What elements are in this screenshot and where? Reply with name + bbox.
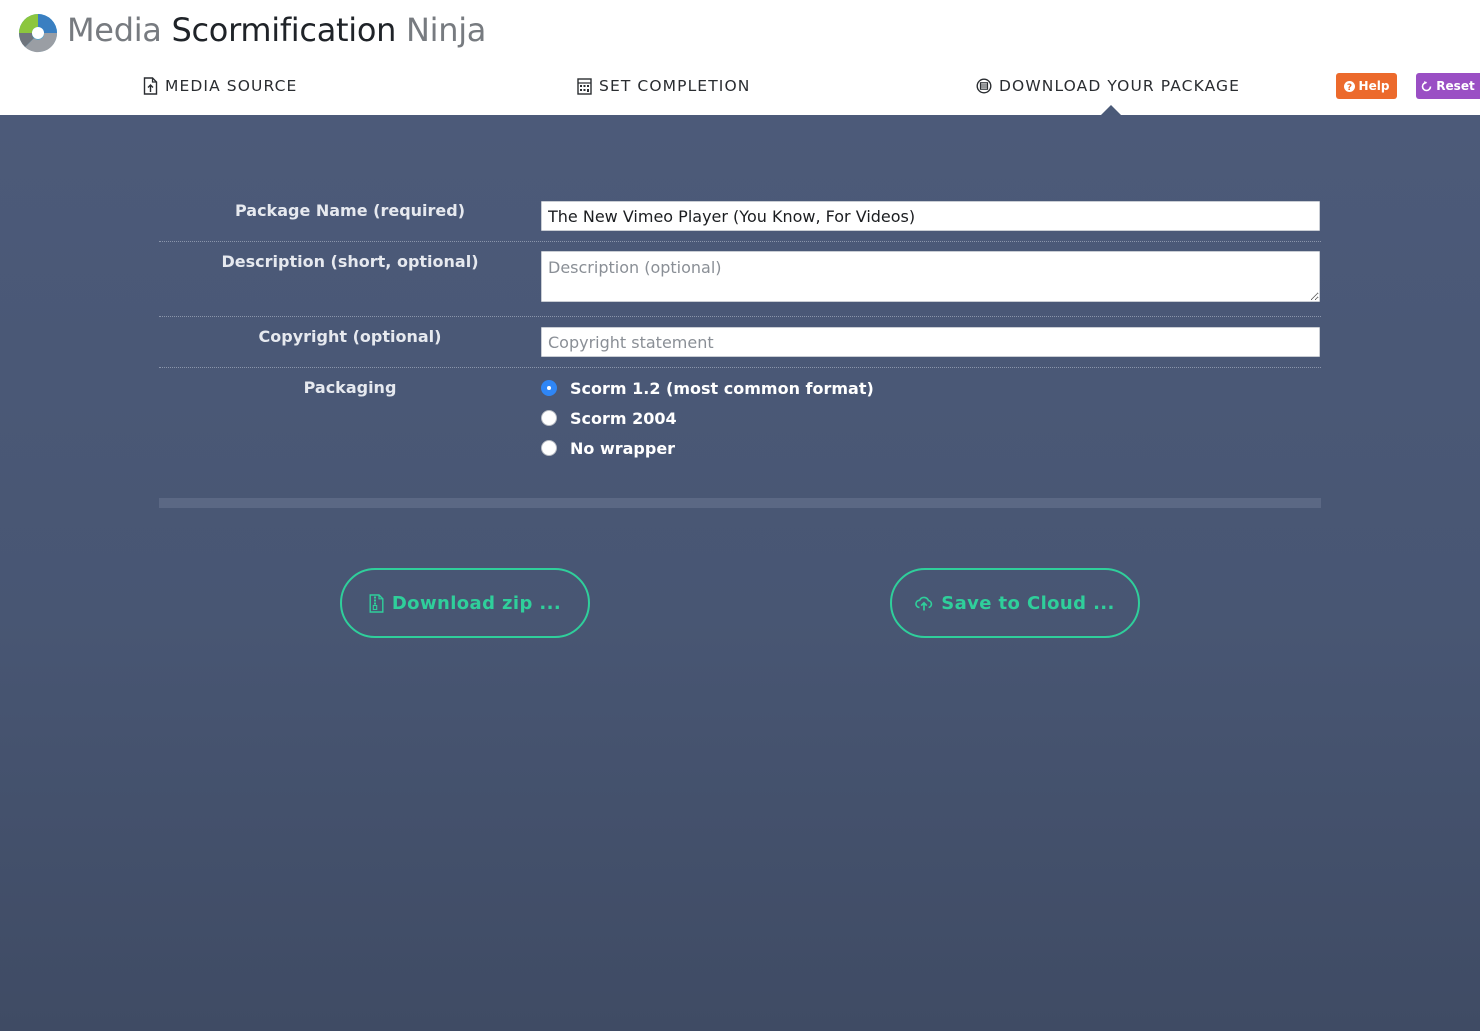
packaging-option-label: Scorm 2004	[570, 408, 677, 428]
copyright-label: Copyright (optional)	[258, 327, 442, 346]
description-label: Description (short, optional)	[221, 252, 479, 271]
reset-button[interactable]: Reset	[1416, 73, 1480, 99]
package-name-label: Package Name (required)	[234, 201, 466, 220]
main-panel: Package Name (required) Description (sho…	[0, 115, 1480, 1031]
divider	[159, 316, 1321, 317]
calculator-icon	[577, 77, 592, 95]
reset-label: Reset	[1436, 79, 1475, 93]
radio-button[interactable]	[541, 440, 557, 456]
divider	[159, 367, 1321, 368]
progress-bar	[159, 498, 1321, 508]
divider	[159, 241, 1321, 242]
download-zip-button[interactable]: Download zip ...	[340, 568, 590, 638]
tab-media-source[interactable]: MEDIA SOURCE	[143, 74, 297, 98]
packaging-option-label: No wrapper	[570, 438, 676, 458]
app-title: Media Scormification Ninja	[67, 10, 486, 50]
packaging-label: Packaging	[303, 378, 397, 397]
app-title-part-3: Ninja	[405, 11, 487, 49]
tab-download-your-package[interactable]: DOWNLOAD YOUR PACKAGE	[976, 74, 1240, 98]
app-logo-icon	[18, 14, 58, 53]
app-title-part-2: Scormification	[171, 11, 397, 49]
packaging-option-no-wrapper[interactable]: No wrapper	[541, 438, 675, 458]
refresh-icon	[1422, 80, 1432, 91]
tab-set-completion-label: SET COMPLETION	[599, 77, 751, 95]
help-label: Help	[1358, 79, 1390, 93]
svg-text:?: ?	[1346, 82, 1351, 91]
tab-download-your-package-label: DOWNLOAD YOUR PACKAGE	[999, 77, 1241, 95]
radio-button[interactable]	[541, 410, 557, 426]
tab-media-source-label: MEDIA SOURCE	[165, 77, 298, 95]
file-upload-icon	[143, 77, 158, 95]
download-zip-label: Download zip ...	[391, 592, 562, 614]
save-to-cloud-label: Save to Cloud ...	[941, 592, 1115, 614]
app-title-part-1: Media	[67, 11, 162, 49]
packaging-option-scorm-2004[interactable]: Scorm 2004	[541, 408, 677, 428]
tab-set-completion[interactable]: SET COMPLETION	[577, 74, 750, 98]
package-icon	[976, 78, 992, 94]
packaging-option-scorm-12[interactable]: Scorm 1.2 (most common format)	[541, 378, 874, 398]
app-header: Media Scormification Ninja MEDIA SOURCE …	[0, 0, 1480, 116]
radio-button-checked[interactable]	[541, 380, 557, 396]
help-button[interactable]: ? Help	[1336, 73, 1397, 99]
packaging-option-label: Scorm 1.2 (most common format)	[570, 378, 874, 398]
save-to-cloud-button[interactable]: Save to Cloud ...	[890, 568, 1140, 638]
zip-file-icon	[369, 593, 384, 613]
cloud-upload-icon	[915, 596, 933, 611]
copyright-input[interactable]	[541, 327, 1320, 357]
description-textarea[interactable]	[541, 251, 1320, 302]
question-circle-icon: ?	[1343, 80, 1355, 92]
package-name-input[interactable]	[541, 201, 1320, 231]
